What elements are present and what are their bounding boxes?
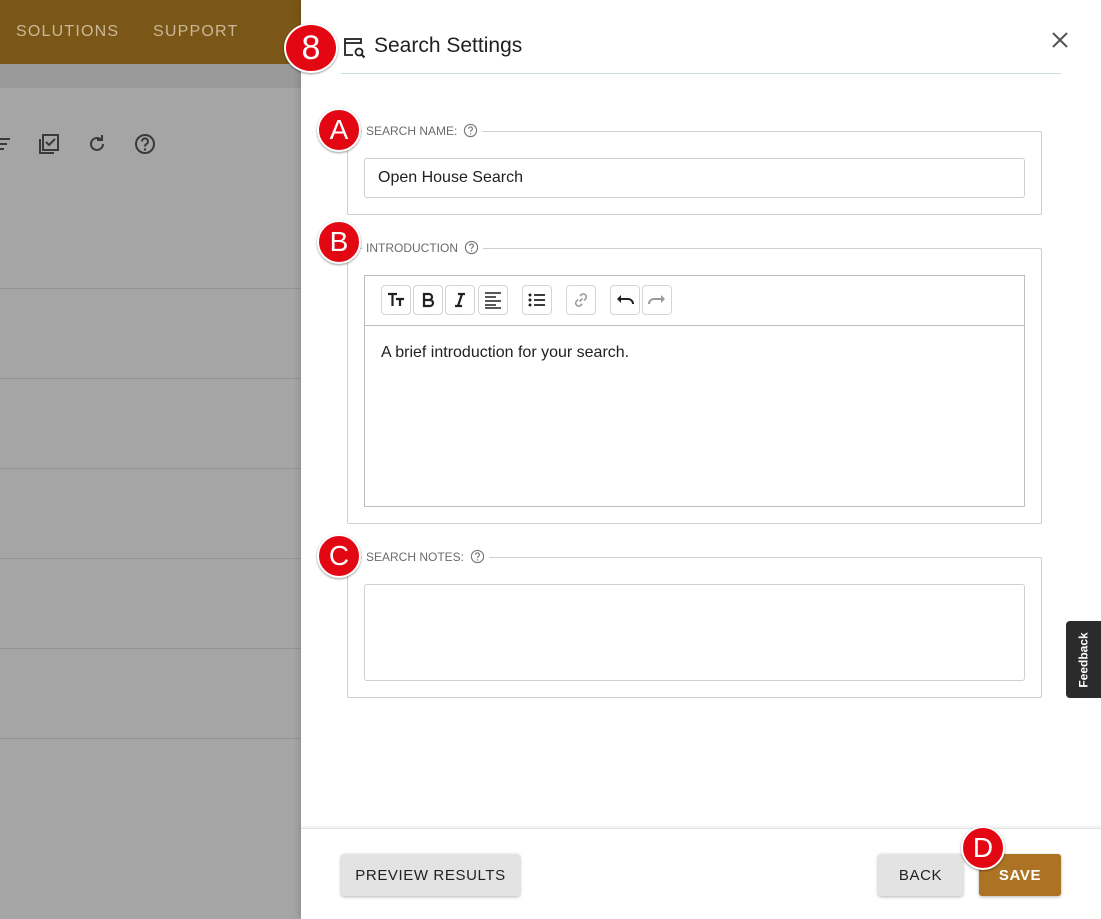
redo-icon (648, 295, 665, 305)
search-settings-icon (344, 38, 366, 59)
introduction-label: INTRODUCTION (366, 240, 458, 255)
search-notes-legend: SEARCH NOTES: (362, 549, 490, 564)
close-icon[interactable] (1049, 29, 1071, 51)
help-icon[interactable] (464, 240, 479, 255)
text-size-button[interactable] (381, 285, 411, 315)
introduction-fieldset: INTRODUCTION A brief introduction for yo… (347, 240, 1042, 524)
link-icon (574, 293, 588, 307)
marker-c: C (317, 534, 361, 578)
italic-button[interactable] (445, 285, 475, 315)
feedback-tab[interactable]: Feedback (1066, 621, 1101, 698)
refresh-icon[interactable] (86, 133, 108, 155)
search-name-fieldset: SEARCH NAME: (347, 123, 1042, 215)
nav-support[interactable]: SUPPORT (153, 23, 238, 41)
search-notes-label: SEARCH NOTES: (366, 549, 465, 564)
text-size-icon (388, 292, 404, 306)
drawer-title: Search Settings (374, 34, 523, 57)
help-icon[interactable] (134, 133, 156, 155)
marker-d: D (961, 826, 1005, 870)
preview-results-button[interactable]: PREVIEW RESULTS (341, 854, 520, 896)
step-marker: 8 (284, 23, 338, 73)
redo-button[interactable] (642, 285, 672, 315)
align-left-icon (485, 292, 501, 309)
marker-b: B (317, 220, 361, 264)
checkbox-list-icon[interactable] (38, 133, 60, 155)
introduction-legend: INTRODUCTION (362, 240, 483, 255)
help-icon[interactable] (470, 549, 485, 564)
introduction-editor: A brief introduction for your search. (364, 275, 1025, 507)
align-button[interactable] (478, 285, 508, 315)
background-divider (0, 648, 301, 649)
search-name-legend: SEARCH NAME: (362, 123, 483, 138)
nav-solutions[interactable]: SOLUTIONS (16, 23, 119, 41)
background-divider (0, 558, 301, 559)
filter-icon[interactable] (0, 133, 14, 155)
background-divider (0, 468, 301, 469)
bullet-list-icon (528, 293, 545, 307)
background-app: SOLUTIONS SUPPORT (0, 0, 301, 919)
bold-button[interactable] (413, 285, 443, 315)
help-icon[interactable] (463, 123, 478, 138)
background-divider (0, 288, 301, 289)
background-divider (0, 378, 301, 379)
background-topbar: SOLUTIONS SUPPORT (0, 0, 301, 64)
italic-icon (455, 292, 465, 308)
bullet-list-button[interactable] (522, 285, 552, 315)
search-settings-drawer: Search Settings SEARCH NAME: INTRODUCTIO… (301, 0, 1101, 919)
introduction-editor-content[interactable]: A brief introduction for your search. (381, 344, 629, 362)
marker-a: A (317, 108, 361, 152)
undo-button[interactable] (610, 285, 640, 315)
drawer-header: Search Settings (341, 0, 1068, 74)
search-name-input[interactable] (364, 158, 1025, 198)
link-button[interactable] (566, 285, 596, 315)
background-divider (0, 738, 301, 739)
search-notes-textarea[interactable] (364, 584, 1025, 681)
bold-icon (422, 292, 435, 308)
back-button[interactable]: BACK (878, 854, 963, 896)
editor-toolbar (365, 276, 1024, 326)
feedback-label: Feedback (1076, 631, 1091, 688)
background-strip (0, 64, 301, 88)
search-notes-fieldset: SEARCH NOTES: (347, 549, 1042, 698)
undo-icon (617, 295, 634, 305)
search-name-label: SEARCH NAME: (366, 123, 458, 138)
